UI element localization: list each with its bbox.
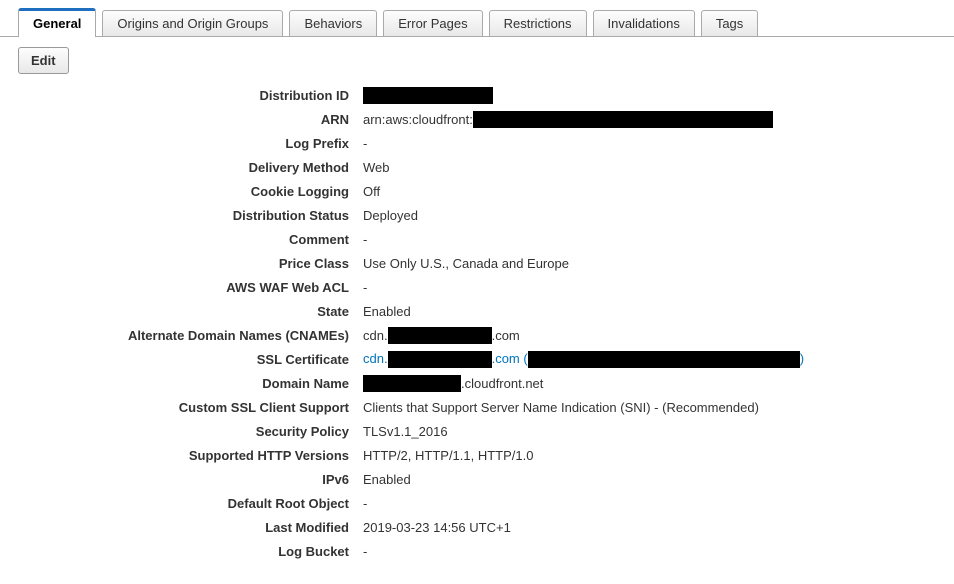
label-custom-ssl: Custom SSL Client Support xyxy=(18,400,363,415)
row-arn: ARN arn:aws:cloudfront: xyxy=(18,108,936,131)
row-state: State Enabled xyxy=(18,300,936,323)
value-distribution-id xyxy=(363,87,936,104)
row-cnames: Alternate Domain Names (CNAMEs) cdn. .com xyxy=(18,324,936,347)
row-ssl-cert: SSL Certificate cdn. .com () xyxy=(18,348,936,371)
label-distribution-id: Distribution ID xyxy=(18,88,363,103)
value-ssl-cert: cdn. .com () xyxy=(363,351,936,368)
value-delivery-method: Web xyxy=(363,160,936,175)
value-distribution-status: Deployed xyxy=(363,208,936,223)
value-default-root: - xyxy=(363,496,936,511)
cnames-prefix-text: cdn. xyxy=(363,328,388,343)
value-arn: arn:aws:cloudfront: xyxy=(363,111,936,128)
row-cookie-logging: Cookie Logging Off xyxy=(18,180,936,203)
value-security-policy: TLSv1.1_2016 xyxy=(363,424,936,439)
label-comment: Comment xyxy=(18,232,363,247)
row-comment: Comment - xyxy=(18,228,936,251)
row-last-modified: Last Modified 2019-03-23 14:56 UTC+1 xyxy=(18,516,936,539)
value-domain-name: .cloudfront.net xyxy=(363,375,936,392)
ssl-prefix-text: cdn. xyxy=(363,351,388,366)
value-custom-ssl: Clients that Support Server Name Indicat… xyxy=(363,400,936,415)
row-log-prefix: Log Prefix - xyxy=(18,132,936,155)
redacted-cname xyxy=(388,327,492,344)
label-default-root: Default Root Object xyxy=(18,496,363,511)
tab-general[interactable]: General xyxy=(18,8,96,37)
value-ipv6: Enabled xyxy=(363,472,936,487)
label-domain-name: Domain Name xyxy=(18,376,363,391)
label-security-policy: Security Policy xyxy=(18,424,363,439)
label-log-prefix: Log Prefix xyxy=(18,136,363,151)
tab-origins[interactable]: Origins and Origin Groups xyxy=(102,10,283,36)
details-panel: Distribution ID ARN arn:aws:cloudfront: … xyxy=(0,84,954,584)
label-last-modified: Last Modified xyxy=(18,520,363,535)
row-delivery-method: Delivery Method Web xyxy=(18,156,936,179)
value-log-prefix: - xyxy=(363,136,936,151)
label-ipv6: IPv6 xyxy=(18,472,363,487)
redacted-ssl-domain xyxy=(388,351,492,368)
value-state: Enabled xyxy=(363,304,936,319)
label-state: State xyxy=(18,304,363,319)
redacted-ssl-id xyxy=(528,351,800,368)
ssl-cert-link[interactable]: cdn. .com () xyxy=(363,351,804,368)
value-cookie-logging: Off xyxy=(363,184,936,199)
tab-error-pages[interactable]: Error Pages xyxy=(383,10,482,36)
ssl-mid-text: .com ( xyxy=(492,351,528,366)
label-delivery-method: Delivery Method xyxy=(18,160,363,175)
edit-button[interactable]: Edit xyxy=(18,47,69,74)
value-log-bucket: - xyxy=(363,544,936,559)
label-arn: ARN xyxy=(18,112,363,127)
row-default-root: Default Root Object - xyxy=(18,492,936,515)
label-cnames: Alternate Domain Names (CNAMEs) xyxy=(18,328,363,343)
redacted-domain xyxy=(363,375,461,392)
ssl-suffix-text: ) xyxy=(800,351,804,366)
value-comment: - xyxy=(363,232,936,247)
row-price-class: Price Class Use Only U.S., Canada and Eu… xyxy=(18,252,936,275)
toolbar: Edit xyxy=(0,37,954,84)
row-http-versions: Supported HTTP Versions HTTP/2, HTTP/1.1… xyxy=(18,444,936,467)
arn-prefix-text: arn:aws:cloudfront: xyxy=(363,112,473,127)
domain-suffix-text: .cloudfront.net xyxy=(461,376,543,391)
value-waf-acl: - xyxy=(363,280,936,295)
tab-restrictions[interactable]: Restrictions xyxy=(489,10,587,36)
value-cnames: cdn. .com xyxy=(363,327,936,344)
row-domain-name: Domain Name .cloudfront.net xyxy=(18,372,936,395)
label-distribution-status: Distribution Status xyxy=(18,208,363,223)
redacted-arn xyxy=(473,111,773,128)
row-distribution-status: Distribution Status Deployed xyxy=(18,204,936,227)
label-price-class: Price Class xyxy=(18,256,363,271)
row-security-policy: Security Policy TLSv1.1_2016 xyxy=(18,420,936,443)
label-waf-acl: AWS WAF Web ACL xyxy=(18,280,363,295)
row-custom-ssl: Custom SSL Client Support Clients that S… xyxy=(18,396,936,419)
row-distribution-id: Distribution ID xyxy=(18,84,936,107)
label-ssl-cert: SSL Certificate xyxy=(18,352,363,367)
tab-invalidations[interactable]: Invalidations xyxy=(593,10,695,36)
cnames-suffix-text: .com xyxy=(492,328,520,343)
value-http-versions: HTTP/2, HTTP/1.1, HTTP/1.0 xyxy=(363,448,936,463)
label-log-bucket: Log Bucket xyxy=(18,544,363,559)
value-price-class: Use Only U.S., Canada and Europe xyxy=(363,256,936,271)
redacted-distribution-id xyxy=(363,87,493,104)
tabs-bar: General Origins and Origin Groups Behavi… xyxy=(0,0,954,37)
row-log-bucket: Log Bucket - xyxy=(18,540,936,563)
value-last-modified: 2019-03-23 14:56 UTC+1 xyxy=(363,520,936,535)
tab-tags[interactable]: Tags xyxy=(701,10,758,36)
label-cookie-logging: Cookie Logging xyxy=(18,184,363,199)
tab-behaviors[interactable]: Behaviors xyxy=(289,10,377,36)
row-ipv6: IPv6 Enabled xyxy=(18,468,936,491)
label-http-versions: Supported HTTP Versions xyxy=(18,448,363,463)
row-waf-acl: AWS WAF Web ACL - xyxy=(18,276,936,299)
